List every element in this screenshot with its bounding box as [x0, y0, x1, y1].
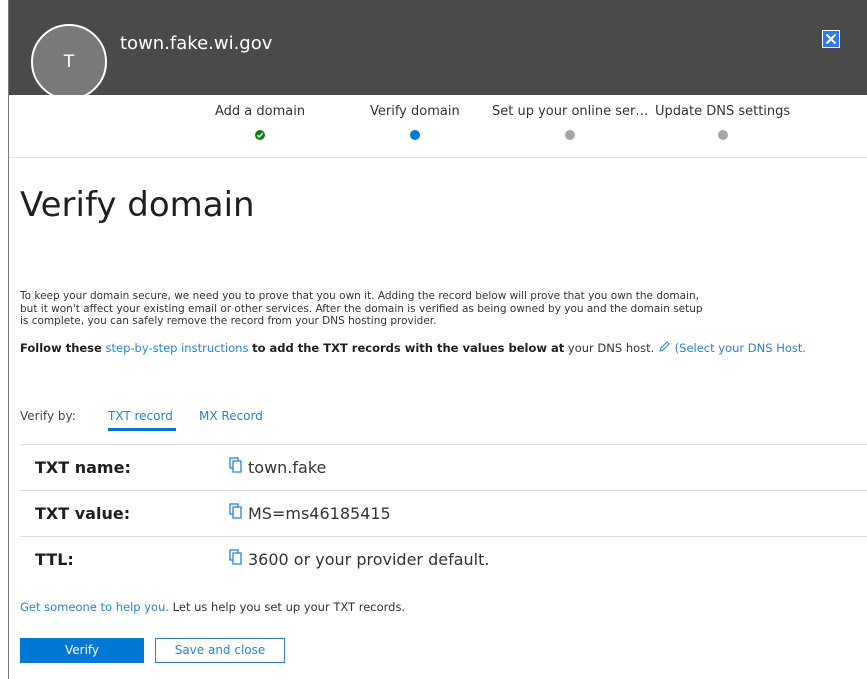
get-help-link[interactable]: Get someone to help you.: [20, 600, 169, 614]
setup-panel: T town.fake.wi.gov Add a domain Verify d…: [0, 0, 867, 679]
record-value: town.fake: [248, 458, 327, 477]
copy-icon[interactable]: [229, 503, 243, 519]
progress-stepper: Add a domain Verify domain Set up your o…: [9, 95, 867, 158]
instructions-middle: to add the TXT records with the values b…: [252, 341, 565, 355]
instructions-suffix: your DNS host.: [567, 341, 655, 355]
step-label: Verify domain: [370, 104, 460, 119]
close-button[interactable]: [822, 30, 840, 48]
avatar: T: [31, 24, 107, 100]
step-label: Update DNS settings: [655, 104, 791, 119]
record-row-ttl: TTL: 3600 or your provider default.: [20, 537, 867, 582]
record-value: MS=ms46185415: [248, 504, 391, 523]
tab-txt-record[interactable]: TXT record: [108, 409, 173, 423]
step-update-dns: Update DNS settings: [655, 104, 790, 140]
check-icon: [255, 130, 266, 140]
step-online-services: Set up your online ser…: [492, 104, 648, 140]
step-by-step-link[interactable]: step-by-step instructions: [106, 341, 249, 355]
pending-step-icon: [565, 130, 576, 140]
step-verify-domain: Verify domain: [370, 104, 460, 140]
record-table: TXT name: town.fake TXT value: MS=ms4618…: [20, 444, 867, 582]
step-label: Add a domain: [215, 104, 306, 119]
copy-icon[interactable]: [229, 457, 243, 473]
select-dns-host-link[interactable]: (Select your DNS Host.: [675, 341, 806, 355]
record-row-txt-value: TXT value: MS=ms46185415: [20, 491, 867, 537]
tab-selected-indicator: [108, 428, 176, 431]
panel-header: T town.fake.wi.gov: [9, 0, 867, 100]
instructions-prefix: Follow these: [20, 341, 102, 355]
record-value: 3600 or your provider default.: [248, 550, 490, 569]
record-label: TTL:: [35, 550, 74, 569]
pencil-icon: [659, 341, 670, 352]
record-label: TXT name:: [35, 458, 131, 477]
instructions-line: Follow these step-by-step instructions t…: [20, 340, 806, 355]
record-row-txt-name: TXT name: town.fake: [20, 444, 867, 491]
close-icon: [825, 33, 837, 45]
copy-icon[interactable]: [229, 549, 243, 565]
domain-title: town.fake.wi.gov: [120, 33, 273, 54]
help-line: Get someone to help you. Let us help you…: [20, 600, 405, 614]
help-text: Let us help you set up your TXT records.: [172, 600, 406, 614]
verify-button[interactable]: Verify: [20, 638, 144, 663]
pending-step-icon: [717, 130, 728, 140]
step-label: Set up your online ser…: [492, 104, 649, 119]
page-title: Verify domain: [20, 185, 255, 225]
verify-by-label: Verify by:: [20, 409, 76, 423]
description-text: To keep your domain secure, we need you …: [20, 290, 703, 327]
active-step-icon: [409, 130, 420, 140]
tab-mx-record[interactable]: MX Record: [199, 409, 263, 423]
step-add-domain: Add a domain: [215, 104, 305, 140]
record-label: TXT value:: [35, 504, 131, 523]
save-and-close-button[interactable]: Save and close: [155, 638, 285, 663]
